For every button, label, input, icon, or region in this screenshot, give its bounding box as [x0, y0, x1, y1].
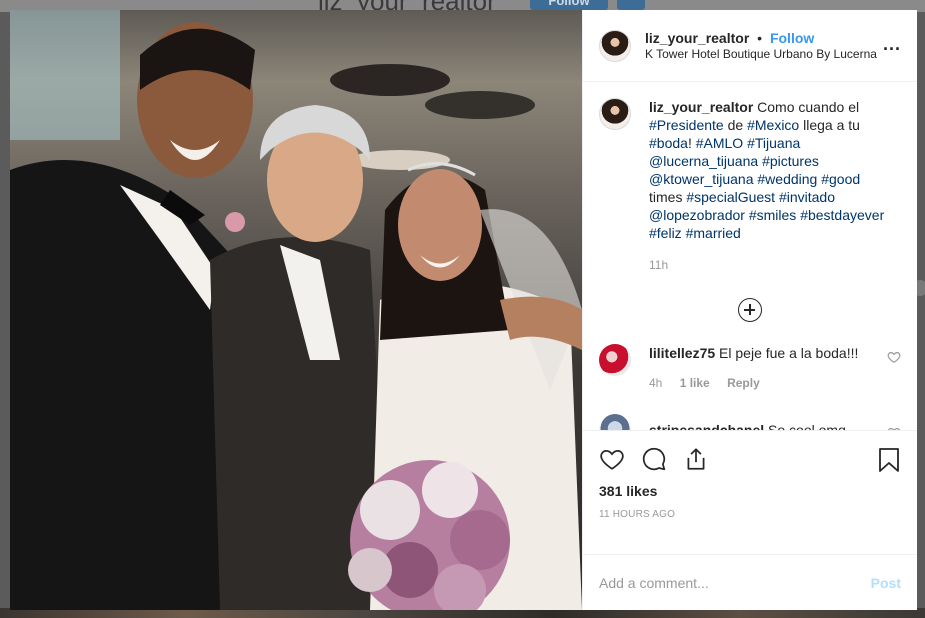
commenter-avatar[interactable]: [599, 414, 631, 430]
caption-tag-link[interactable]: @lucerna_tijuana: [649, 153, 758, 169]
bookmark-icon[interactable]: [877, 447, 901, 473]
comment-likes[interactable]: 1 like: [680, 376, 710, 390]
share-icon[interactable]: [683, 446, 709, 472]
comment-text: So cool omg: [768, 422, 846, 430]
caption-tag-link[interactable]: @lopezobrador: [649, 207, 745, 223]
caption-text-segment: times: [649, 189, 687, 205]
header-separator: •: [757, 29, 763, 46]
caption-tag-link[interactable]: #pictures: [762, 153, 819, 169]
caption-text-segment: de: [723, 117, 748, 133]
author-username[interactable]: liz_your_realtor: [645, 30, 749, 46]
more-icon[interactable]: ...: [883, 34, 901, 55]
caption-text-segment: Como cuando el: [757, 99, 860, 115]
comment-icon[interactable]: [641, 446, 667, 472]
comments-section: liz_your_realtor Como cuando el #Preside…: [583, 82, 917, 430]
caption-tag-link[interactable]: #bestdayever: [800, 207, 884, 223]
plus-circle-icon[interactable]: [738, 298, 762, 322]
caption-tag-link[interactable]: #invitado: [779, 189, 835, 205]
caption-tag-link[interactable]: #AMLO: [696, 135, 743, 151]
post-header: liz_your_realtor • Follow K Tower Hotel …: [583, 10, 917, 82]
caption-tag-link[interactable]: @ktower_tijuana: [649, 171, 754, 187]
add-comment-bar: Post: [583, 554, 917, 610]
comment-like-heart-icon[interactable]: [887, 350, 901, 364]
caption-tag-link[interactable]: #boda: [649, 135, 688, 151]
post-actions: 381 likes 11 HOURS AGO: [583, 430, 917, 554]
caption-tag-link[interactable]: #good: [821, 171, 860, 187]
post-modal: liz_your_realtor • Follow K Tower Hotel …: [10, 10, 917, 610]
caption-username[interactable]: liz_your_realtor: [649, 99, 753, 115]
caption-tag-link[interactable]: #wedding: [757, 171, 817, 187]
caption-avatar[interactable]: [599, 98, 631, 130]
commenter-username[interactable]: stripesandchanel: [649, 422, 764, 430]
post-caption: liz_your_realtor Como cuando el #Preside…: [599, 98, 901, 274]
caption-tag-link[interactable]: #smiles: [749, 207, 796, 223]
caption-tag-link[interactable]: #specialGuest: [686, 189, 775, 205]
wedding-photo-illustration: [10, 10, 582, 610]
post-location[interactable]: K Tower Hotel Boutique Urbano By Lucerna: [645, 46, 877, 62]
caption-tag-link[interactable]: #married: [686, 225, 741, 241]
caption-tag-link[interactable]: #Mexico: [747, 117, 799, 133]
caption-text-segment: !: [687, 135, 696, 151]
caption-tag-link[interactable]: #Tijuana: [747, 135, 800, 151]
follow-button[interactable]: Follow: [770, 30, 814, 46]
heart-icon[interactable]: [599, 446, 625, 472]
caption-tag-link[interactable]: #Presidente: [649, 117, 724, 133]
background-follow-button[interactable]: Follow: [530, 0, 608, 10]
caption-text: Como cuando el #Presidente de #Mexico ll…: [649, 99, 884, 241]
post-photo: [10, 10, 582, 610]
post-comment-button[interactable]: Post: [871, 575, 901, 591]
comment-text: El peje fue a la boda!!!: [719, 345, 859, 361]
background-dropdown-button[interactable]: [617, 0, 645, 10]
reply-button[interactable]: Reply: [727, 376, 760, 390]
posted-time[interactable]: 11 HOURS AGO: [599, 509, 901, 520]
caption-time[interactable]: 11h: [649, 256, 897, 274]
caption-text-segment: llega a tu: [799, 117, 860, 133]
post-side-panel: liz_your_realtor • Follow K Tower Hotel …: [582, 10, 917, 610]
comment-item: lilitellez75 El peje fue a la boda!!! 4h…: [599, 344, 901, 392]
comment-input[interactable]: [599, 574, 871, 591]
commenter-avatar[interactable]: [599, 344, 631, 376]
author-avatar[interactable]: [599, 29, 631, 62]
commenter-username[interactable]: lilitellez75: [649, 345, 715, 361]
likes-count[interactable]: 381 likes: [599, 483, 901, 499]
caption-tag-link[interactable]: #feliz: [649, 225, 682, 241]
comment-time[interactable]: 4h: [649, 376, 662, 390]
comment-item: stripesandchanel So cool omg: [599, 414, 901, 430]
